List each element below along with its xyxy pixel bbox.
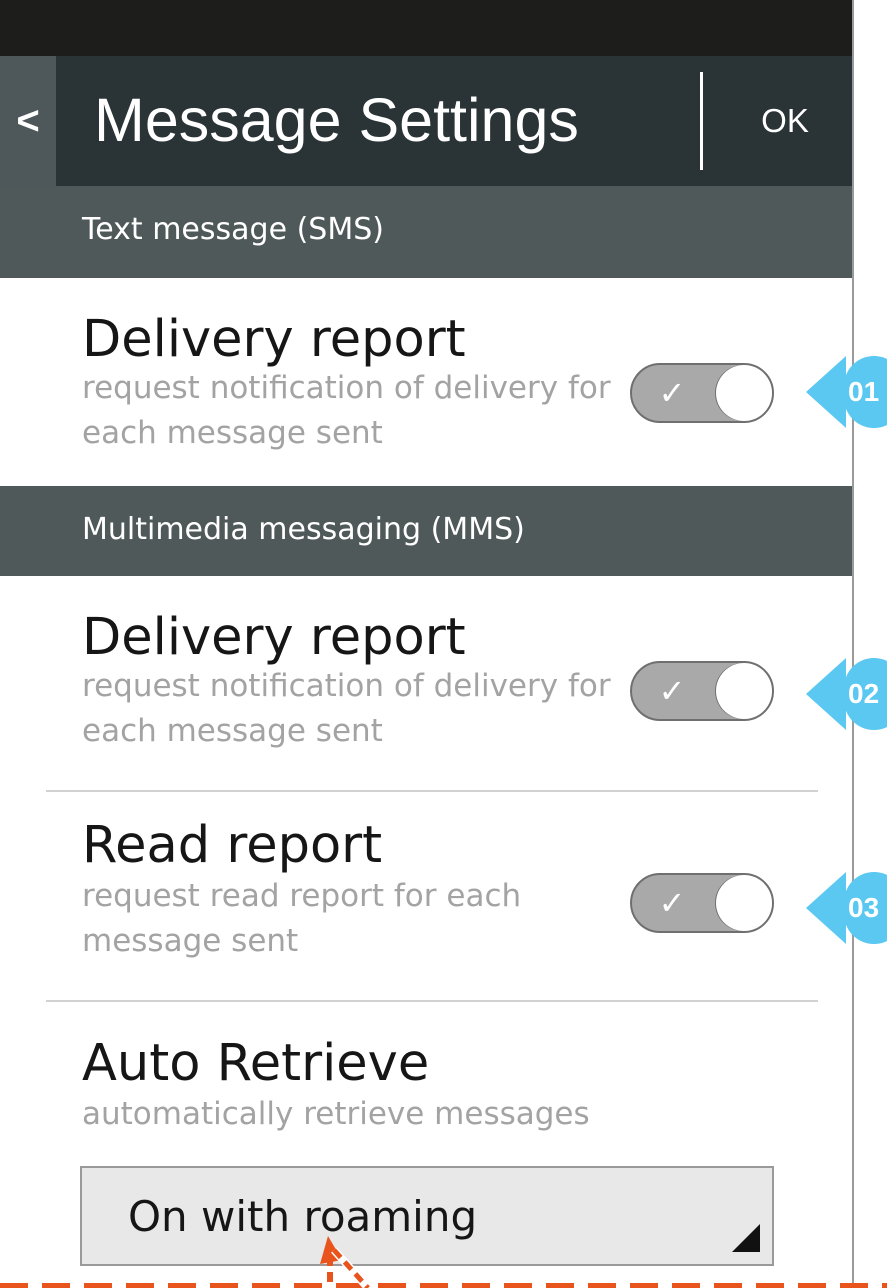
toggle-knob (716, 663, 772, 719)
callout-03: 03 (806, 866, 887, 950)
chevron-left-icon: < (16, 98, 40, 143)
page-title: Message Settings (94, 86, 579, 154)
mms-read-report-toggle[interactable]: ✓ (630, 873, 774, 933)
section-label: Multimedia messaging (MMS) (82, 512, 525, 547)
header-divider (700, 72, 703, 170)
section-header-mms: Multimedia messaging (MMS) (0, 486, 852, 576)
check-icon: ✓ (658, 884, 686, 922)
setting-description: automatically retrieve messages (82, 1096, 590, 1132)
annotation-pointer-arrow-icon (320, 1236, 371, 1288)
select-value: On with roaming (128, 1192, 478, 1241)
setting-mms-read-report: Read report request read report for each… (0, 792, 852, 1000)
callout-02: 02 (806, 652, 887, 736)
back-button[interactable]: < (0, 56, 56, 186)
check-icon: ✓ (658, 672, 686, 710)
status-bar (0, 0, 852, 56)
mms-delivery-report-toggle[interactable]: ✓ (630, 661, 774, 721)
section-label: Text message (SMS) (82, 212, 384, 247)
callout-label: 02 (848, 678, 880, 709)
annotation-dashed-line (0, 1278, 887, 1288)
callout-01: 01 (806, 350, 887, 434)
header-bar: < Message Settings OK (0, 56, 852, 186)
toggle-knob (716, 875, 772, 931)
setting-description: request read report for each message sen… (82, 878, 522, 959)
setting-title: Delivery report (82, 608, 466, 667)
dropdown-arrow-icon (732, 1224, 760, 1252)
toggle-knob (716, 365, 772, 421)
check-icon: ✓ (658, 374, 686, 412)
setting-sms-delivery-report: Delivery report request notification of … (0, 278, 852, 486)
auto-retrieve-select[interactable]: On with roaming (80, 1166, 774, 1266)
phone-screen: < Message Settings OK Text message (SMS)… (0, 0, 854, 1288)
setting-mms-delivery-report: Delivery report request notification of … (0, 576, 852, 790)
setting-title: Delivery report (82, 310, 466, 369)
section-header-sms: Text message (SMS) (0, 186, 852, 278)
setting-title: Read report (82, 816, 383, 875)
setting-title: Auto Retrieve (82, 1034, 430, 1093)
callout-label: 01 (848, 376, 880, 407)
ok-button[interactable]: OK (740, 91, 830, 151)
sms-delivery-report-toggle[interactable]: ✓ (630, 363, 774, 423)
setting-auto-retrieve: Auto Retrieve automatically retrieve mes… (0, 1002, 852, 1162)
callout-label: 03 (848, 892, 880, 923)
setting-description: request notification of delivery for eac… (82, 370, 611, 451)
setting-description: request notification of delivery for eac… (82, 668, 611, 749)
